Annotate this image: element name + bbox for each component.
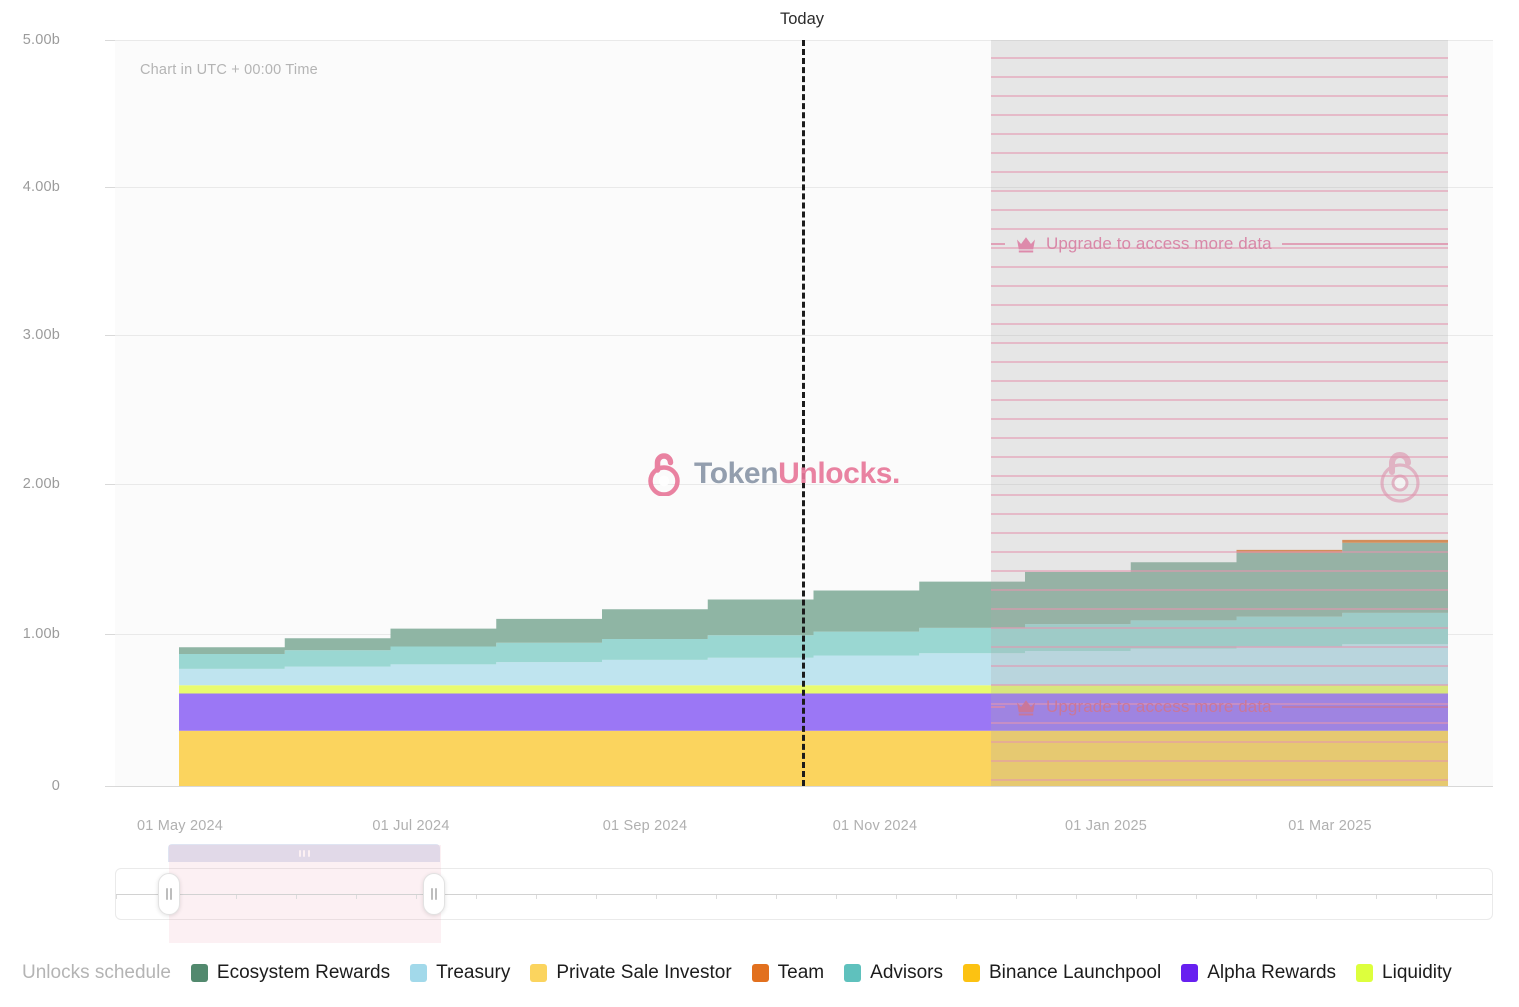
crown-icon: [1017, 237, 1035, 253]
legend-item-ecosystem-rewards[interactable]: Ecosystem Rewards: [190, 962, 391, 984]
legend-swatch-treasury: [410, 964, 428, 982]
upgrade-rule-left: [991, 243, 1005, 245]
open-padlock-icon: [648, 453, 680, 496]
legend-label-ecosystem-rewards: Ecosystem Rewards: [216, 962, 391, 983]
upgrade-banner-bottom[interactable]: Upgrade to access more data: [991, 692, 1448, 722]
legend-item-private-sale-investor[interactable]: Private Sale Investor: [530, 962, 732, 984]
chart-timezone-note: Chart in UTC + 00:00 Time: [140, 62, 318, 78]
y-tick-2b: [105, 484, 115, 485]
x-axis-label-3: 01 Nov 2024: [832, 818, 918, 834]
x-axis-label-2: 01 Sep 2024: [602, 818, 688, 834]
legend-item-alpha-rewards[interactable]: Alpha Rewards: [1181, 962, 1336, 984]
watermark-text: TokenUnlocks.: [694, 457, 900, 491]
upgrade-banner-label: Upgrade to access more data: [1046, 234, 1272, 253]
y-tick-3b: [105, 335, 115, 336]
legend-item-binance-launchpool[interactable]: Binance Launchpool: [963, 962, 1161, 984]
y-axis-label-4b: 4.00b: [22, 179, 60, 195]
upgrade-banner-top[interactable]: Upgrade to access more data: [991, 229, 1448, 259]
legend-item-treasury[interactable]: Treasury: [410, 962, 510, 984]
padlock-watermark-icon: [1376, 447, 1424, 503]
date-range-slider[interactable]: [115, 845, 1493, 943]
y-axis-label-2b: 2.00b: [22, 476, 60, 492]
x-axis-label-4: 01 Jan 2025: [1064, 818, 1148, 834]
legend-item-advisors[interactable]: Advisors: [844, 962, 943, 984]
slider-baseline: [116, 894, 1492, 895]
upgrade-rule-right-2: [1281, 706, 1448, 708]
legend-label-advisors: Advisors: [870, 962, 943, 983]
tokenunlocks-watermark: TokenUnlocks.: [645, 452, 900, 496]
legend-swatch-binance-launchpool: [963, 964, 980, 982]
gridline-0: [115, 786, 1493, 787]
locked-stripe-pattern: [991, 40, 1448, 786]
upgrade-banner-label-2: Upgrade to access more data: [1046, 697, 1272, 716]
legend-label-alpha-rewards: Alpha Rewards: [1207, 962, 1337, 983]
legend-item-liquidity[interactable]: Liquidity: [1356, 962, 1452, 984]
upgrade-banner-content-2: Upgrade to access more data: [1005, 697, 1282, 717]
range-handle-right[interactable]: [423, 873, 445, 915]
watermark-unlocks: Unlocks: [778, 457, 893, 490]
legend-label-treasury: Treasury: [436, 962, 511, 983]
watermark-token: Token: [694, 457, 779, 490]
legend-title: Unlocks schedule: [22, 962, 171, 983]
today-marker-label: Today: [779, 10, 825, 28]
legend-label-liquidity: Liquidity: [1382, 962, 1452, 983]
range-handle-left[interactable]: [158, 873, 180, 915]
x-axis-label-1: 01 Jul 2024: [372, 818, 450, 834]
legend-label-binance-launchpool: Binance Launchpool: [989, 962, 1162, 983]
watermark-dot: .: [892, 457, 900, 490]
legend-label-team: Team: [777, 962, 825, 983]
upgrade-rule-left-2: [991, 706, 1005, 708]
token-unlocks-chart-page: 5.00b 4.00b 3.00b 2.00b 1.00b 0 Chart in…: [0, 0, 1519, 1007]
locked-data-region: [991, 40, 1448, 786]
y-tick-0: [105, 786, 115, 787]
legend-swatch-team: [751, 964, 769, 982]
right-gutter: [1493, 0, 1519, 1007]
legend-label-private-sale-investor: Private Sale Investor: [556, 962, 732, 983]
x-axis-label-5: 01 Mar 2025: [1288, 818, 1372, 834]
chart-legend: Unlocks schedule Ecosystem Rewards Treas…: [0, 962, 1519, 984]
upgrade-banner-content: Upgrade to access more data: [1005, 234, 1282, 254]
legend-swatch-ecosystem-rewards: [190, 964, 208, 982]
legend-swatch-private-sale-investor: [530, 964, 548, 982]
y-tick-5b: [105, 40, 115, 41]
legend-swatch-alpha-rewards: [1181, 964, 1199, 982]
y-axis-label-1b: 1.00b: [22, 626, 60, 642]
legend-item-team[interactable]: Team: [751, 962, 825, 984]
y-tick-1b: [105, 634, 115, 635]
y-axis-label-3b: 3.00b: [22, 327, 60, 343]
legend-swatch-liquidity: [1356, 964, 1374, 982]
crown-icon: [1017, 700, 1035, 716]
y-axis-label-5b: 5.00b: [22, 32, 60, 48]
y-axis-label-0: 0: [51, 778, 60, 794]
y-tick-4b: [105, 187, 115, 188]
x-axis-label-0: 01 May 2024: [136, 818, 224, 834]
legend-swatch-advisors: [844, 964, 862, 982]
today-marker-line: [802, 40, 805, 786]
upgrade-rule-right: [1281, 243, 1448, 245]
